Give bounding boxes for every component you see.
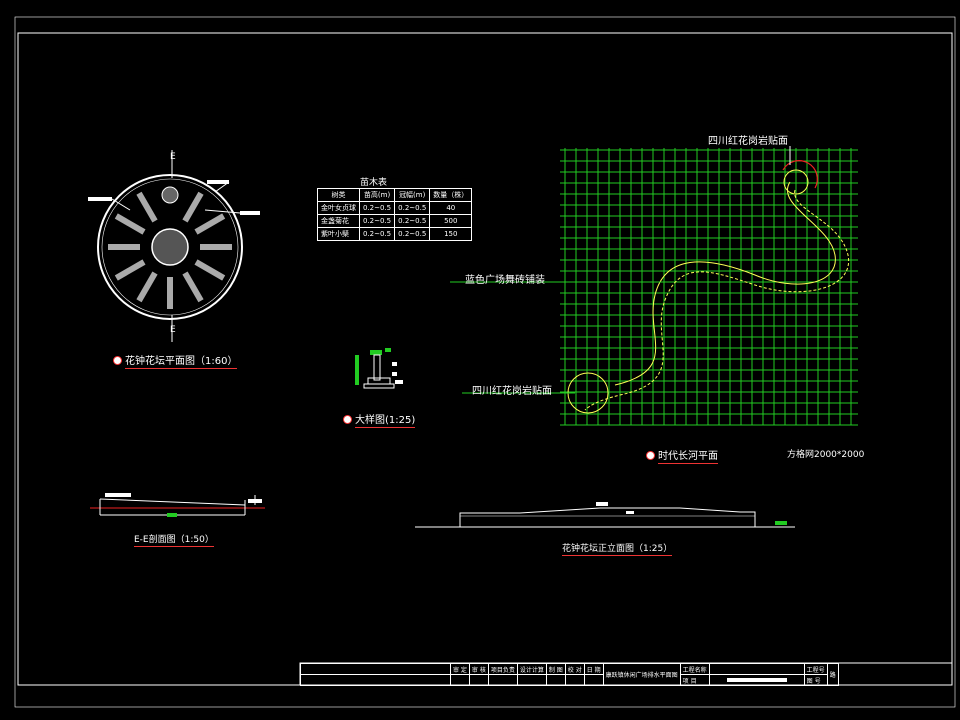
caption-section-text: E-E剖面图（1:50） (134, 535, 214, 547)
detail-drawing (355, 348, 403, 389)
table-cell: 500 (429, 214, 473, 228)
caption-elevation: 花钟花坛正立面图（1:25） (562, 541, 673, 556)
clock-spoke-bed (114, 259, 146, 281)
table-cell: 0.2~0.5 (358, 227, 396, 241)
plant-table-header: 树类 苗高(m) 冠幅(m) 数量（株） (317, 188, 473, 202)
table-row: 紫叶小檗 0.2~0.5 0.2~0.5 150 (317, 227, 473, 241)
section-mark-bottom: E (170, 325, 176, 335)
title-block-cell: 日 期 (583, 663, 604, 675)
clock-top-bed (161, 186, 179, 204)
caption-clock-plan-text: 花钟花坛平面图（1:60） (125, 356, 238, 369)
title-block-sheet-value: 路 (826, 663, 839, 686)
title-block-cell: 项目负责 (487, 663, 518, 675)
title-block-blank (300, 674, 451, 686)
clock-spoke-bed (136, 271, 158, 303)
title-block: 审 定 审 核 项目负责 设计计算 制 图 校 对 日 期 康跃镇休闲广场排水平… (300, 663, 839, 686)
clock-spoke-bed (194, 259, 226, 281)
table-cell: 150 (429, 227, 473, 241)
table-cell: 0.2~0.5 (358, 214, 396, 228)
caption-detail: 大样图(1:25) (343, 411, 416, 428)
table-row: 金盏菊花 0.2~0.5 0.2~0.5 500 (317, 214, 473, 228)
table-cell: 0.2~0.5 (394, 227, 431, 241)
plant-table-header-cell: 数量（株） (429, 188, 473, 202)
river-label-top: 四川红花岗岩贴面 (708, 136, 788, 147)
table-cell: 金叶女贞球 (317, 201, 360, 215)
title-block-sub-label: 项 目 (679, 674, 710, 686)
caption-marker-icon (646, 451, 655, 460)
table-cell: 0.2~0.5 (394, 214, 431, 228)
caption-detail-text: 大样图(1:25) (355, 415, 416, 428)
clock-spoke-bed (182, 191, 204, 223)
plant-table-title: 苗木表 (360, 178, 388, 188)
table-cell: 40 (429, 201, 473, 215)
plant-table-header-cell: 树类 (317, 188, 360, 202)
title-block-blank (708, 663, 805, 675)
title-block-cell: 校 对 (564, 663, 585, 675)
table-cell: 金盏菊花 (317, 214, 360, 228)
caption-section: E-E剖面图（1:50） (134, 532, 214, 547)
plant-table-header-cell: 冠幅(m) (394, 188, 431, 202)
title-block-cell: 制 图 (545, 663, 566, 675)
plant-table-header-cell: 苗高(m) (358, 188, 396, 202)
table-cell: 0.2~0.5 (358, 201, 396, 215)
title-block-no-label: 工程号 (803, 663, 828, 675)
title-block-cell: 审 定 (450, 663, 470, 675)
clock-center-bed (151, 228, 189, 266)
elevation-drawing (415, 502, 795, 528)
section-mark-top: E (170, 152, 176, 162)
title-block-blank (300, 663, 451, 675)
title-block-project-label: 工程名称 (679, 663, 710, 675)
title-block-sheet-label: 图 号 (803, 674, 828, 686)
caption-river-plan: 时代长河平面 (646, 447, 718, 464)
caption-marker-icon (343, 415, 352, 424)
clock-spoke-bed (194, 213, 226, 235)
section-drawing (90, 493, 265, 517)
caption-elevation-text: 花钟花坛正立面图（1:25） (562, 544, 673, 556)
table-row: 金叶女贞球 0.2~0.5 0.2~0.5 40 (317, 201, 473, 215)
clock-spoke-bed (136, 191, 158, 223)
table-cell: 紫叶小檗 (317, 227, 360, 241)
clock-plan (88, 150, 260, 342)
table-cell: 0.2~0.5 (394, 201, 431, 215)
title-block-cell: 设计计算 (516, 663, 547, 675)
title-block-drawing-name: 康跃镇休闲广场排水平面图 (602, 663, 681, 686)
caption-marker-icon (113, 356, 122, 365)
clock-spoke-bed (182, 271, 204, 303)
river-label-middle: 蓝色广场舞砖铺装 (465, 275, 545, 286)
title-block-blank (708, 674, 805, 686)
clock-spoke-bed (114, 213, 146, 235)
river-label-bottom: 四川红花岗岩贴面 (472, 386, 552, 397)
caption-clock-plan: 花钟花坛平面图（1:60） (113, 352, 238, 369)
caption-river-plan-text: 时代长河平面 (658, 451, 718, 464)
plant-table: 树类 苗高(m) 冠幅(m) 数量（株） 金叶女贞球 0.2~0.5 0.2~0… (317, 188, 473, 241)
grid-note: 方格网2000*2000 (787, 450, 865, 460)
river-plan-grid (560, 148, 858, 426)
title-block-cell: 审 核 (468, 663, 489, 675)
